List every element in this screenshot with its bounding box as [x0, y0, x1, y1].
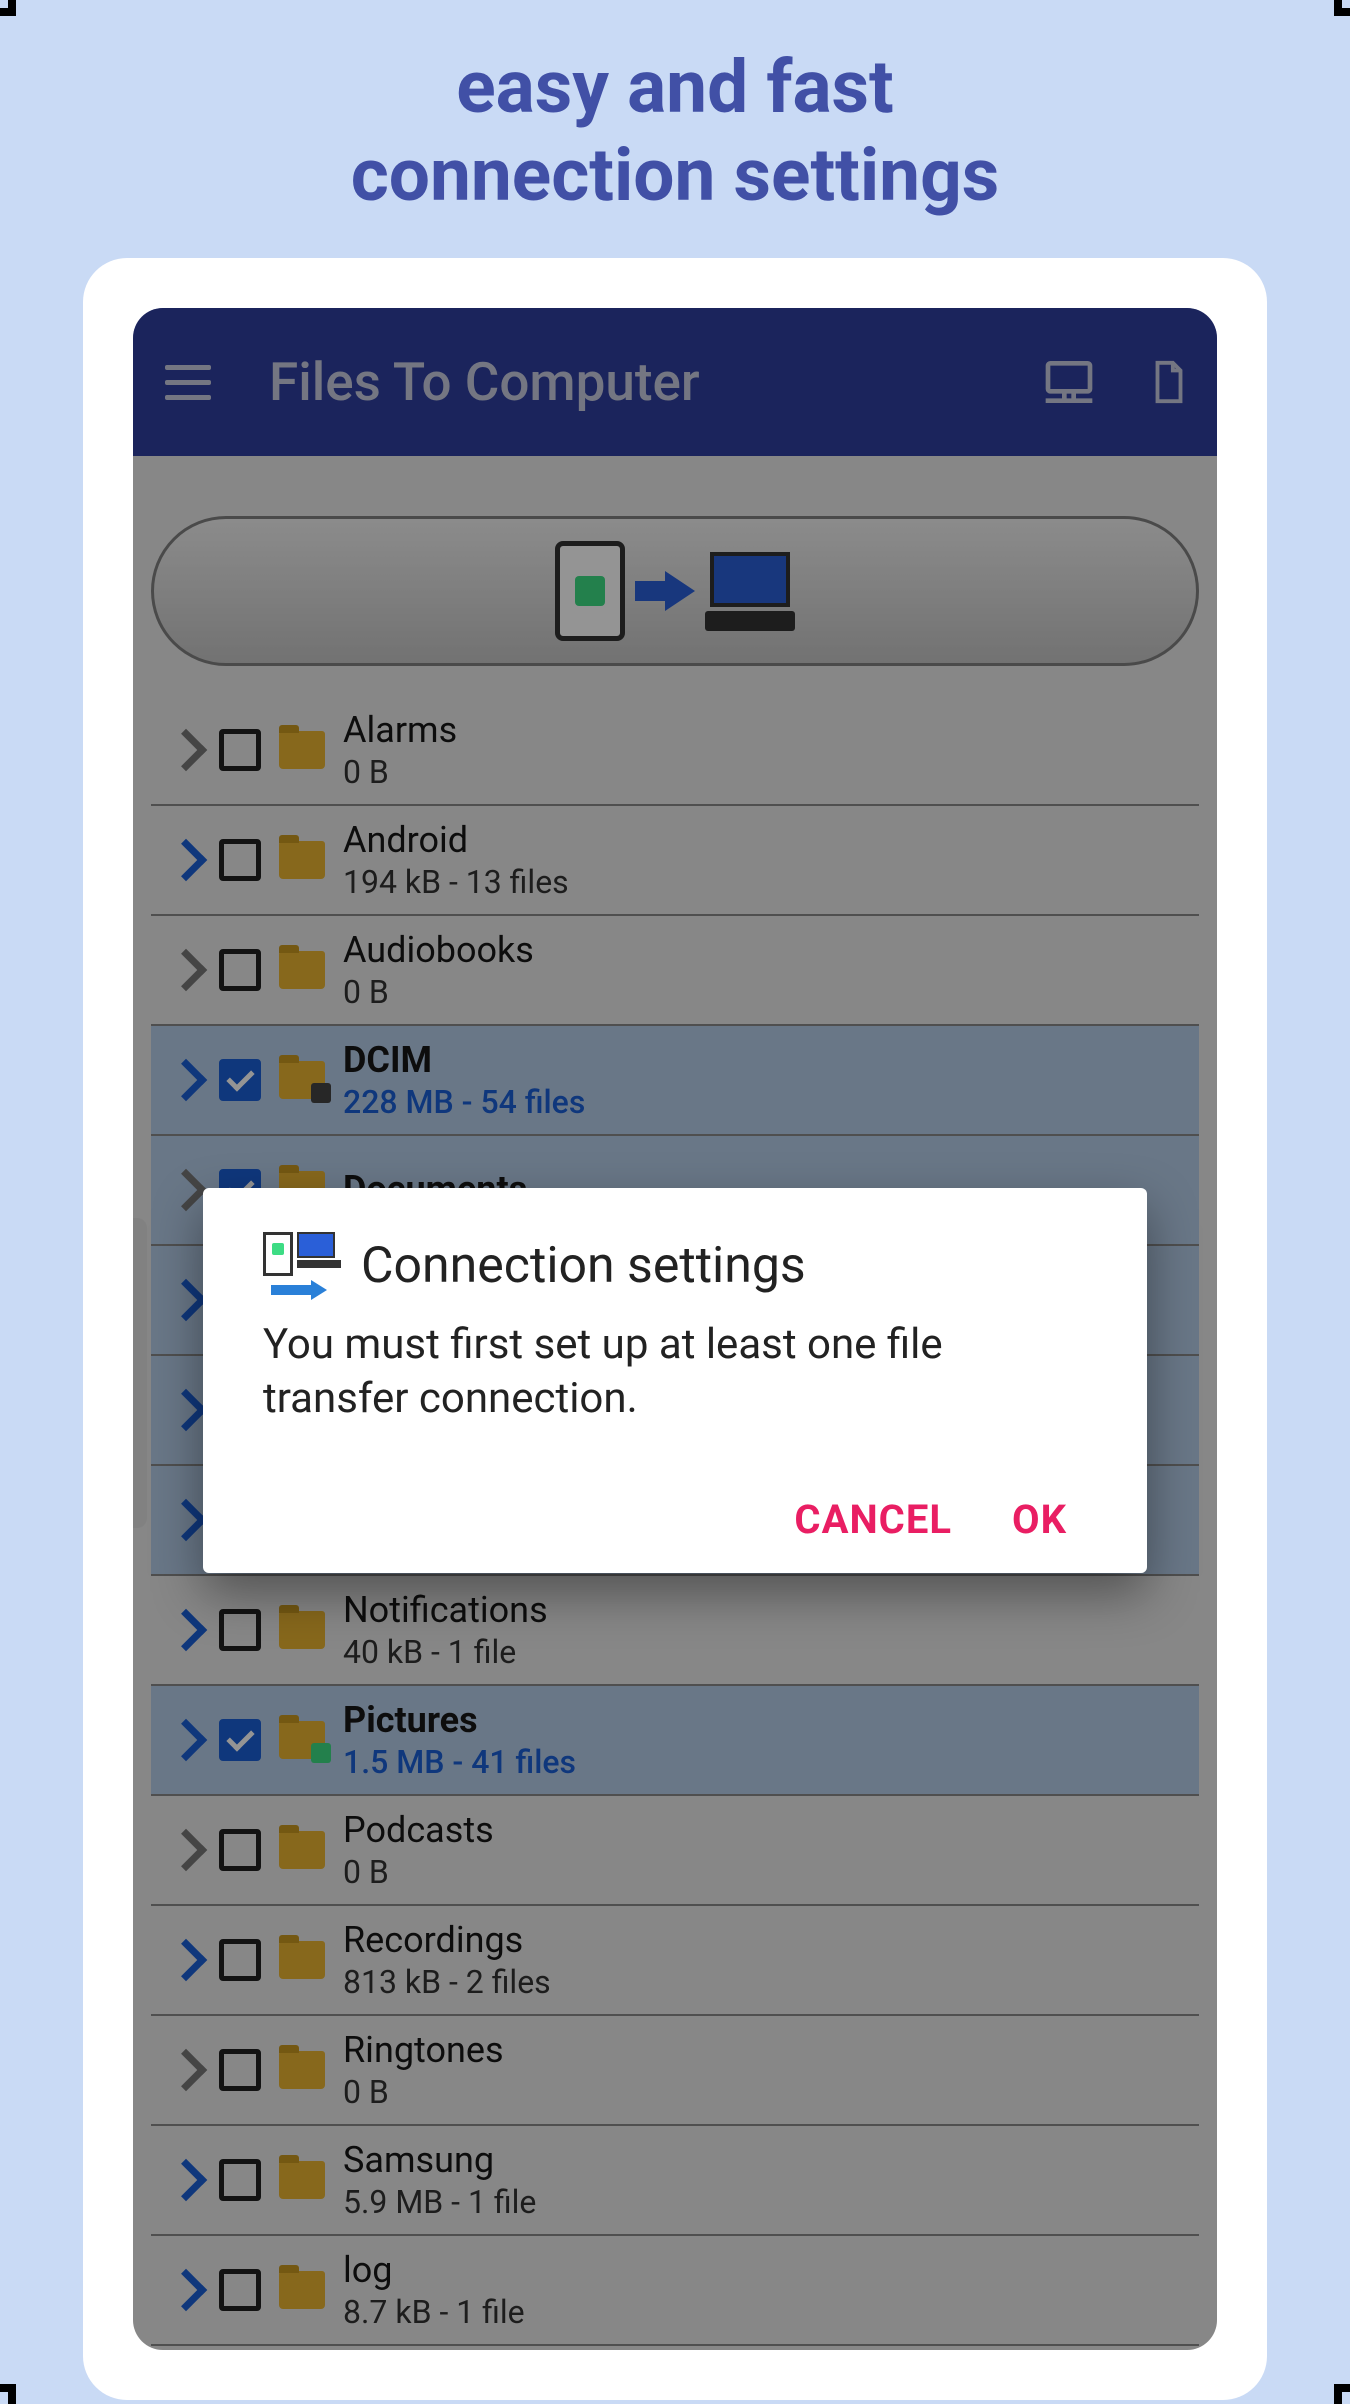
crop-mark — [0, 2384, 16, 2404]
crop-mark — [0, 0, 16, 16]
device-screen: Files To Computer Alarms 0 B Android 194… — [133, 308, 1217, 2350]
cancel-button[interactable]: CANCEL — [794, 1496, 952, 1543]
dialog-title: Connection settings — [361, 1237, 806, 1295]
promo-line2: connection settings — [0, 132, 1350, 220]
crop-mark — [1334, 2384, 1350, 2404]
connection-settings-dialog: Connection settings You must first set u… — [203, 1188, 1147, 1573]
dialog-message: You must first set up at least one file … — [263, 1318, 1087, 1426]
dialog-app-icon — [263, 1232, 341, 1300]
promo-line1: easy and fast — [0, 44, 1350, 132]
ok-button[interactable]: OK — [1012, 1496, 1067, 1543]
device-frame: Files To Computer Alarms 0 B Android 194… — [83, 258, 1267, 2400]
crop-mark — [1334, 0, 1350, 16]
promo-heading: easy and fast connection settings — [0, 0, 1350, 219]
